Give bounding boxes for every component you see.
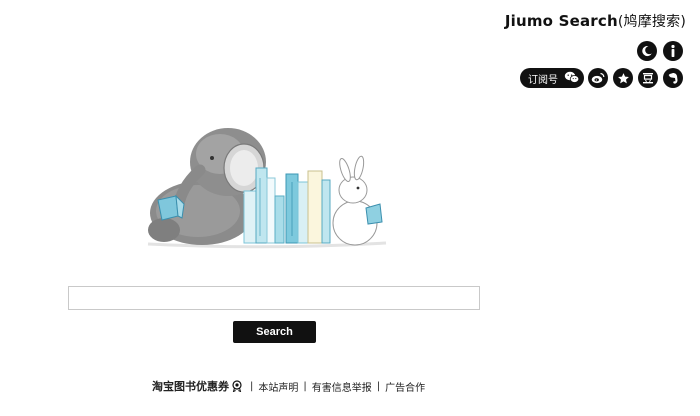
info-icon xyxy=(671,44,675,57)
footer-separator: | xyxy=(303,380,307,392)
site-title: Jiumo Search(鸠摩搜索) xyxy=(505,11,686,31)
evernote-button[interactable] xyxy=(663,68,683,88)
subscribe-label: 订阅号 xyxy=(528,74,558,86)
coupon-link[interactable]: 淘宝图书优惠券 xyxy=(152,378,229,394)
wechat-subscribe-button[interactable]: 订阅号 xyxy=(520,68,584,88)
footer-link-advertising[interactable]: 广告合作 xyxy=(385,379,425,394)
star-icon xyxy=(617,72,629,83)
books-row xyxy=(243,167,331,244)
brand-name-cn: (鸠摩搜索) xyxy=(617,14,686,30)
wechat-icon xyxy=(564,71,580,83)
moon-icon xyxy=(642,46,652,57)
weibo-button[interactable] xyxy=(588,68,608,88)
rabbit xyxy=(332,155,383,246)
douban-button[interactable] xyxy=(638,68,658,88)
search-input[interactable] xyxy=(68,286,480,310)
badge-icon xyxy=(232,380,242,392)
footer-separator: | xyxy=(250,380,254,392)
brand-name: Jiumo Search xyxy=(504,12,618,30)
page: Jiumo Search(鸠摩搜索) 订阅号 Search 淘宝图书优惠券 | … xyxy=(0,0,700,416)
footer: 淘宝图书优惠券 | 本站声明 | 有害信息举报 | 广告合作 xyxy=(152,378,425,394)
about-button[interactable] xyxy=(663,41,683,61)
night-mode-button[interactable] xyxy=(637,41,657,61)
evernote-icon xyxy=(668,72,678,84)
rabbit-book xyxy=(365,203,383,225)
weibo-icon xyxy=(591,72,605,84)
elephant-book xyxy=(157,194,185,221)
douban-icon xyxy=(643,73,653,84)
footer-link-statement[interactable]: 本站声明 xyxy=(258,379,298,394)
favorite-button[interactable] xyxy=(613,68,633,88)
footer-separator: | xyxy=(376,380,381,392)
reading-animals-illustration xyxy=(147,128,387,249)
search-button[interactable]: Search xyxy=(233,321,316,343)
footer-link-report[interactable]: 有害信息举报 xyxy=(312,379,372,394)
